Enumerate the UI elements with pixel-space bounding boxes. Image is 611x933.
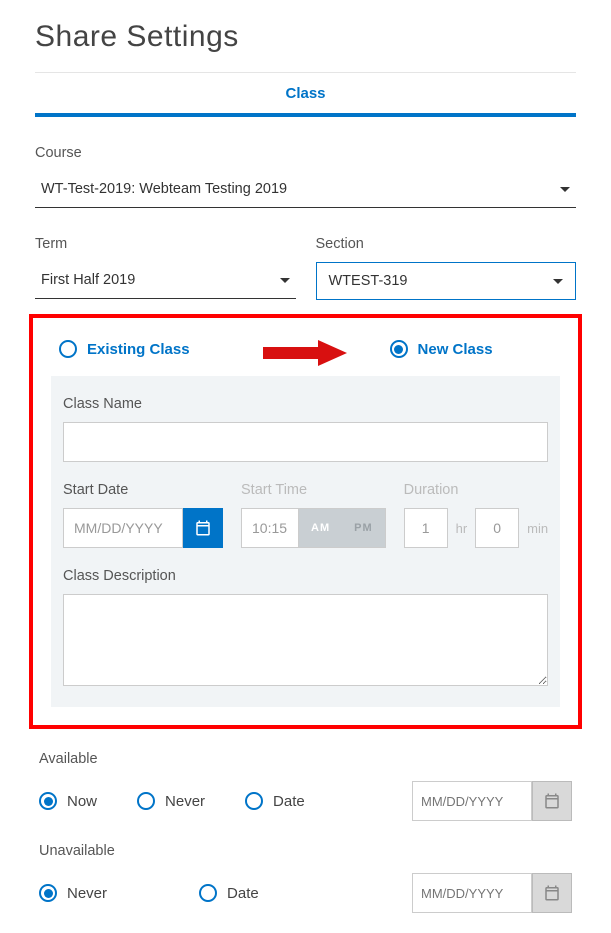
chevron-down-icon xyxy=(280,278,290,283)
radio-icon xyxy=(39,792,57,810)
radio-icon xyxy=(199,884,217,902)
radio-label: Now xyxy=(67,793,97,810)
available-date-picker-button[interactable] xyxy=(532,781,572,821)
new-class-panel: Class Name Start Date Start Time xyxy=(51,376,560,707)
term-value: First Half 2019 xyxy=(41,272,135,288)
available-date-input[interactable] xyxy=(412,781,532,821)
radio-label: Date xyxy=(273,793,305,810)
course-label: Course xyxy=(35,145,576,161)
unavailable-date-input[interactable] xyxy=(412,873,532,913)
section-value: WTEST-319 xyxy=(329,273,408,289)
section-label: Section xyxy=(316,236,577,252)
unavailable-radio-never[interactable]: Never xyxy=(39,884,107,902)
available-radio-date[interactable]: Date xyxy=(245,792,305,810)
class-description-label: Class Description xyxy=(63,568,548,584)
section-field: Section WTEST-319 xyxy=(316,236,577,300)
available-radio-never[interactable]: Never xyxy=(137,792,205,810)
duration-min-input[interactable] xyxy=(475,508,519,548)
radio-existing-class[interactable]: Existing Class xyxy=(59,340,190,358)
radio-icon xyxy=(137,792,155,810)
radio-icon xyxy=(245,792,263,810)
class-name-label: Class Name xyxy=(63,396,548,412)
chevron-down-icon xyxy=(560,187,570,192)
unavailable-radio-date[interactable]: Date xyxy=(199,884,259,902)
duration-label: Duration xyxy=(404,482,549,498)
radio-icon xyxy=(39,884,57,902)
class-name-input[interactable] xyxy=(63,422,548,462)
course-field: Course WT-Test-2019: Webteam Testing 201… xyxy=(35,145,576,208)
page-title: Share Settings xyxy=(35,20,576,54)
radio-label: Date xyxy=(227,885,259,902)
duration-hr-input[interactable] xyxy=(404,508,448,548)
radio-new-class[interactable]: New Class xyxy=(390,340,493,358)
radio-icon xyxy=(59,340,77,358)
chevron-down-icon xyxy=(553,279,563,284)
section-select[interactable]: WTEST-319 xyxy=(316,262,577,300)
unavailable-label: Unavailable xyxy=(39,843,572,859)
course-value: WT-Test-2019: Webteam Testing 2019 xyxy=(41,181,287,197)
annotation-arrow-icon xyxy=(263,340,347,366)
hr-unit: hr xyxy=(456,521,468,536)
min-unit: min xyxy=(527,521,548,536)
term-label: Term xyxy=(35,236,296,252)
pm-option[interactable]: PM xyxy=(342,509,385,547)
unavailable-date-picker-button[interactable] xyxy=(532,873,572,913)
calendar-icon xyxy=(543,792,561,810)
start-date-label: Start Date xyxy=(63,482,223,498)
radio-icon xyxy=(390,340,408,358)
radio-label: New Class xyxy=(418,341,493,358)
term-select[interactable]: First Half 2019 xyxy=(35,262,296,299)
start-date-picker-button[interactable] xyxy=(183,508,223,548)
annotation-highlight: Existing Class New Class Class Name Star… xyxy=(29,314,582,729)
calendar-icon xyxy=(194,519,212,537)
class-description-input[interactable] xyxy=(63,594,548,686)
start-date-input[interactable] xyxy=(63,508,183,548)
tab-class[interactable]: Class xyxy=(285,85,325,102)
ampm-toggle[interactable]: AM PM xyxy=(299,508,386,548)
course-select[interactable]: WT-Test-2019: Webteam Testing 2019 xyxy=(35,171,576,208)
available-radio-now[interactable]: Now xyxy=(39,792,97,810)
tab-bar: Class xyxy=(35,73,576,117)
start-time-label: Start Time xyxy=(241,482,386,498)
available-label: Available xyxy=(39,751,572,767)
radio-label: Never xyxy=(67,885,107,902)
radio-label: Never xyxy=(165,793,205,810)
am-option[interactable]: AM xyxy=(299,509,342,547)
radio-label: Existing Class xyxy=(87,341,190,358)
start-time-input[interactable] xyxy=(241,508,299,548)
term-field: Term First Half 2019 xyxy=(35,236,296,300)
calendar-icon xyxy=(543,884,561,902)
